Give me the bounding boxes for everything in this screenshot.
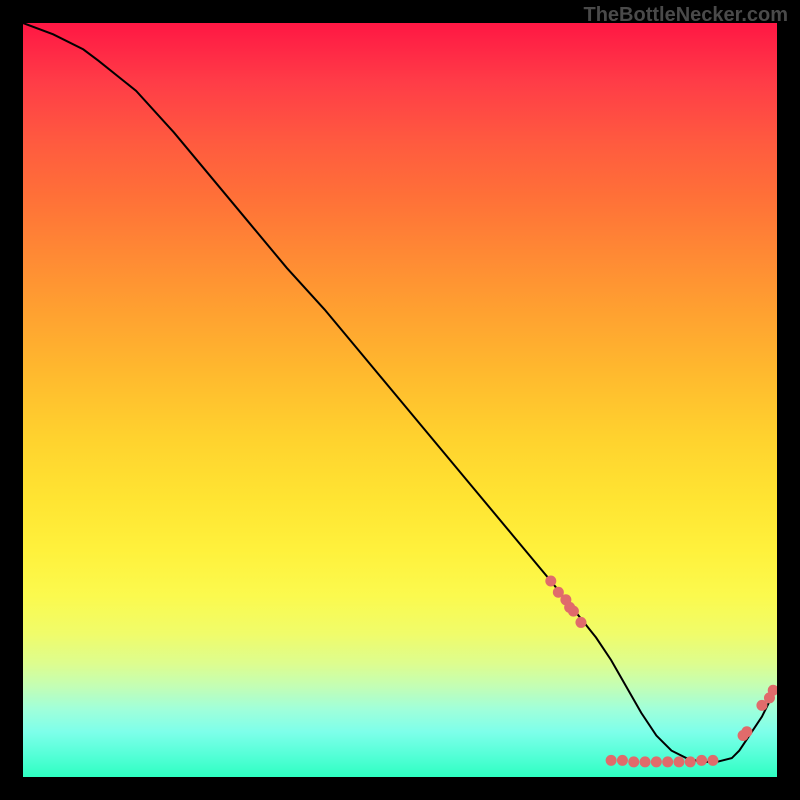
chart-plot-area <box>23 23 777 777</box>
data-point <box>685 756 696 767</box>
data-point <box>628 756 639 767</box>
watermark-text: TheBottleNecker.com <box>583 4 788 27</box>
data-point <box>651 756 662 767</box>
data-point <box>617 755 628 766</box>
data-point <box>696 755 707 766</box>
data-point <box>707 755 718 766</box>
curve-line <box>23 23 777 762</box>
data-point <box>575 617 586 628</box>
data-point <box>673 756 684 767</box>
data-point <box>568 606 579 617</box>
data-point <box>741 726 752 737</box>
data-point <box>640 756 651 767</box>
data-point <box>662 756 673 767</box>
data-point <box>545 575 556 586</box>
data-point <box>606 755 617 766</box>
chart-svg <box>23 23 777 777</box>
